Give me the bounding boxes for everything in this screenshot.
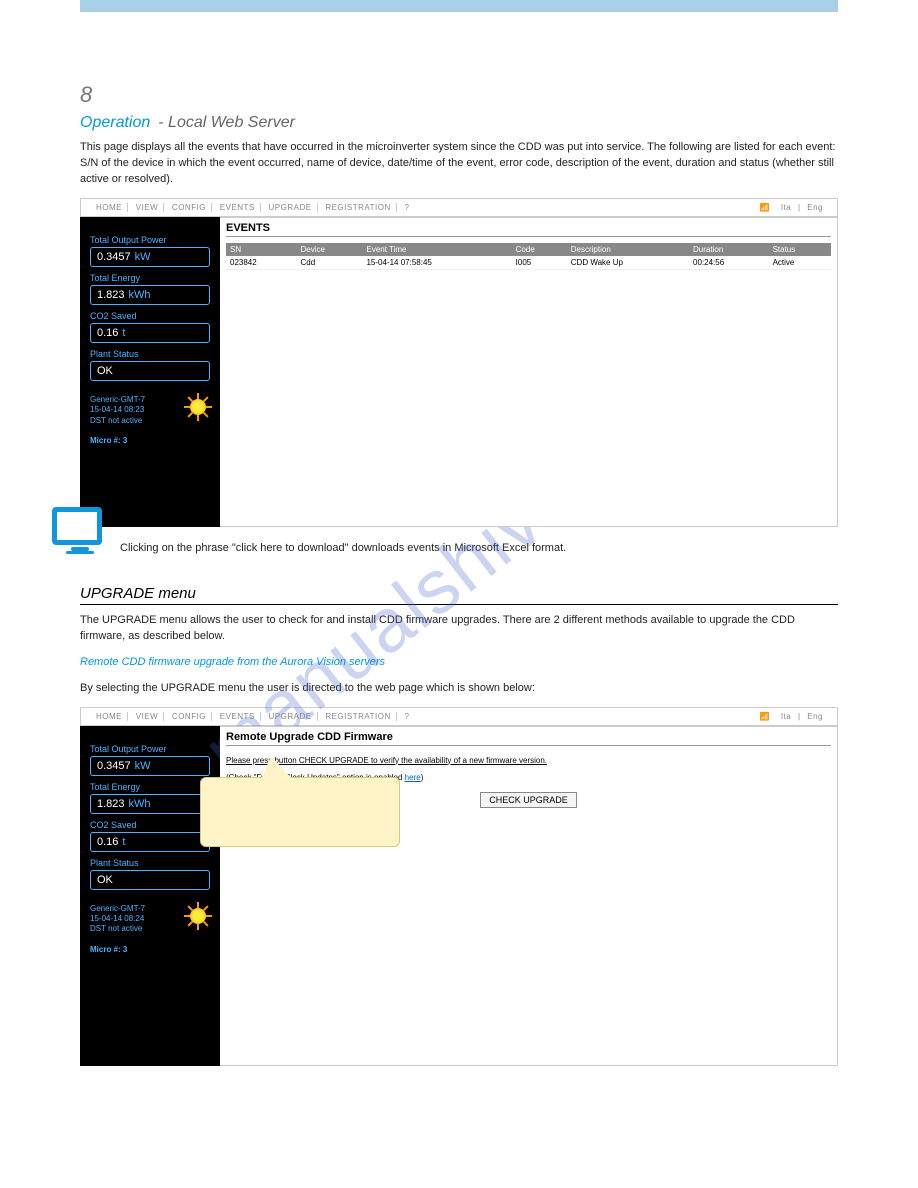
sidebar-panel: Total Output Power 0.3457kW Total Energy… [80, 726, 220, 1066]
col-desc: Description [567, 243, 689, 256]
nav-events[interactable]: EVENTS [215, 203, 261, 212]
col-device: Device [297, 243, 363, 256]
col-dur: Duration [689, 243, 769, 256]
nav-bar: HOME VIEW CONFIG EVENTS UPGRADE REGISTRA… [91, 712, 414, 721]
col-code: Code [512, 243, 567, 256]
col-status: Status [769, 243, 831, 256]
nav-home[interactable]: HOME [91, 712, 128, 721]
co2-saved: 0.16t [90, 832, 210, 852]
lang-eng[interactable]: Eng [803, 712, 827, 721]
sun-icon [184, 393, 212, 421]
total-energy: 1.823kWh [90, 285, 210, 305]
col-sn: SN [226, 243, 297, 256]
sidebar-label: Total Energy [90, 782, 210, 792]
nav-help[interactable]: ? [399, 712, 414, 721]
check-upgrade-button[interactable]: CHECK UPGRADE [480, 792, 577, 808]
nav-registration[interactable]: REGISTRATION [320, 712, 396, 721]
upgrade-panel-title: Remote Upgrade CDD Firmware [226, 731, 831, 746]
nav-registration[interactable]: REGISTRATION [320, 203, 396, 212]
nav-bar: HOME VIEW CONFIG EVENTS UPGRADE REGISTRA… [91, 203, 414, 212]
callout-tooltip [200, 777, 400, 847]
sidebar-label: Total Energy [90, 273, 210, 283]
micro-count: Micro #: 3 [90, 436, 210, 445]
nav-view[interactable]: VIEW [131, 712, 164, 721]
sun-icon [184, 902, 212, 930]
upgrade-instruction: Please press button CHECK UPGRADE to ver… [226, 756, 831, 765]
col-time: Event Time [362, 243, 511, 256]
remote-upgrade-intro: By selecting the UPGRADE menu the user i… [80, 681, 838, 697]
nav-help[interactable]: ? [399, 203, 414, 212]
total-output-power: 0.3457kW [90, 247, 210, 267]
section-number: 8 [80, 82, 838, 108]
screenshot-events: HOME VIEW CONFIG EVENTS UPGRADE REGISTRA… [80, 198, 838, 527]
nav-view[interactable]: VIEW [131, 203, 164, 212]
nav-config[interactable]: CONFIG [167, 712, 212, 721]
nav-events[interactable]: EVENTS [215, 712, 261, 721]
nav-upgrade[interactable]: UPGRADE [264, 203, 318, 212]
upgrade-intro: The UPGRADE menu allows the user to chec… [80, 613, 838, 645]
plant-status: OK [90, 870, 210, 890]
total-output-power: 0.3457kW [90, 756, 210, 776]
events-table: SN Device Event Time Code Description Du… [226, 243, 831, 270]
nav-config[interactable]: CONFIG [167, 203, 212, 212]
download-note: Clicking on the phrase "click here to do… [120, 541, 566, 557]
sidebar-label: Plant Status [90, 858, 210, 868]
upgrade-menu-title: UPGRADE menu [80, 585, 838, 605]
plant-status: OK [90, 361, 210, 381]
signal-icon: 📶 [756, 203, 774, 212]
lang-ita[interactable]: Ita [777, 712, 795, 721]
intro-paragraph: This page displays all the events that h… [80, 140, 838, 188]
nav-upgrade[interactable]: UPGRADE [264, 712, 318, 721]
lang-ita[interactable]: Ita [777, 203, 795, 212]
sidebar-label: Plant Status [90, 349, 210, 359]
signal-icon: 📶 [756, 712, 774, 721]
total-energy: 1.823kWh [90, 794, 210, 814]
header-sub: - Local Web Server [158, 114, 295, 132]
sidebar-label: CO2 Saved [90, 820, 210, 830]
lang-eng[interactable]: Eng [803, 203, 827, 212]
remote-upgrade-title: Remote CDD firmware upgrade from the Aur… [80, 655, 838, 671]
sidebar-label: Total Output Power [90, 744, 210, 754]
nav-home[interactable]: HOME [91, 203, 128, 212]
co2-saved: 0.16t [90, 323, 210, 343]
header-operation: Operation [80, 114, 150, 132]
events-title: EVENTS [226, 222, 831, 237]
micro-count: Micro #: 3 [90, 945, 210, 954]
sidebar-label: Total Output Power [90, 235, 210, 245]
table-row: 023842 Cdd 15-04-14 07:58:45 I005 CDD Wa… [226, 256, 831, 270]
sidebar-label: CO2 Saved [90, 311, 210, 321]
here-link[interactable]: here [405, 773, 421, 782]
screenshot-upgrade: HOME VIEW CONFIG EVENTS UPGRADE REGISTRA… [80, 707, 838, 1066]
monitor-icon [52, 507, 108, 557]
sidebar-panel: Total Output Power 0.3457kW Total Energy… [80, 217, 220, 527]
